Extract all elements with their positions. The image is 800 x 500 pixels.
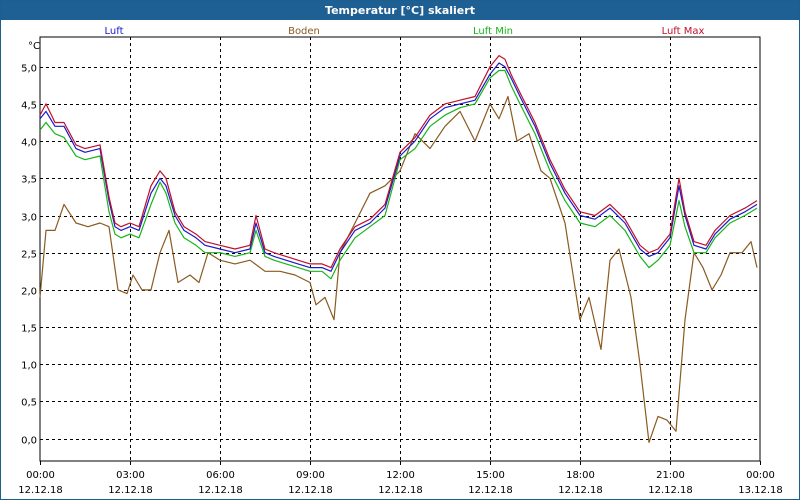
y-tick-label: 2,5 (21, 250, 37, 261)
x-tick-time-label: 00:00 (746, 470, 775, 481)
y-tick-label: 0,5 (21, 398, 37, 409)
x-tick-time-label: 09:00 (296, 470, 325, 481)
y-tick-label: 5,0 (21, 64, 37, 75)
y-tick-label: 0,0 (21, 436, 37, 447)
x-tick-time-label: 12:00 (386, 470, 415, 481)
x-tick-date-label: 12.12.18 (108, 485, 153, 496)
legend-entry: Boden (288, 26, 320, 37)
y-tick-label: 1,0 (21, 361, 37, 372)
y-unit-label: °C (28, 41, 40, 52)
legend-entry: Luft Min (473, 26, 513, 37)
legend-entry: Luft (105, 26, 124, 37)
x-tick-date-label: 12.12.18 (18, 485, 63, 496)
x-tick-time-label: 00:00 (26, 470, 55, 481)
x-tick-date-label: 12.12.18 (468, 485, 513, 496)
y-tick-label: 1,5 (21, 324, 37, 335)
x-tick-date-label: 12.12.18 (558, 485, 603, 496)
x-tick-date-label: 12.12.18 (198, 485, 243, 496)
chart-window: Temperatur [°C] skaliert 0,0 0,5 1,0 1,5 2,0… (0, 0, 800, 500)
x-tick-date-label: 12.12.18 (648, 485, 693, 496)
x-tick-time-label: 21:00 (656, 470, 685, 481)
x-tick-date-label: 13.12.18 (738, 485, 783, 496)
x-tick-time-label: 03:00 (116, 470, 145, 481)
y-tick-label: 2,0 (21, 287, 37, 298)
x-tick-time-label: 06:00 (206, 470, 235, 481)
x-tick-date-label: 12.12.18 (378, 485, 423, 496)
x-tick-time-label: 15:00 (476, 470, 505, 481)
y-tick-label: 4,0 (21, 138, 37, 149)
temperature-chart: 0,0 0,5 1,0 1,5 2,0 2,5 3,0 3,5 4,0 4,5 5,0 °C 00:00… (18, 26, 783, 496)
y-tick-label: 3,5 (21, 175, 37, 186)
legend-entry: Luft Max (662, 26, 705, 37)
x-tick-time-label: 18:00 (566, 470, 595, 481)
y-tick-label: 3,0 (21, 213, 37, 224)
x-tick-date-label: 12.12.18 (288, 485, 333, 496)
y-tick-label: 4,5 (21, 101, 37, 112)
